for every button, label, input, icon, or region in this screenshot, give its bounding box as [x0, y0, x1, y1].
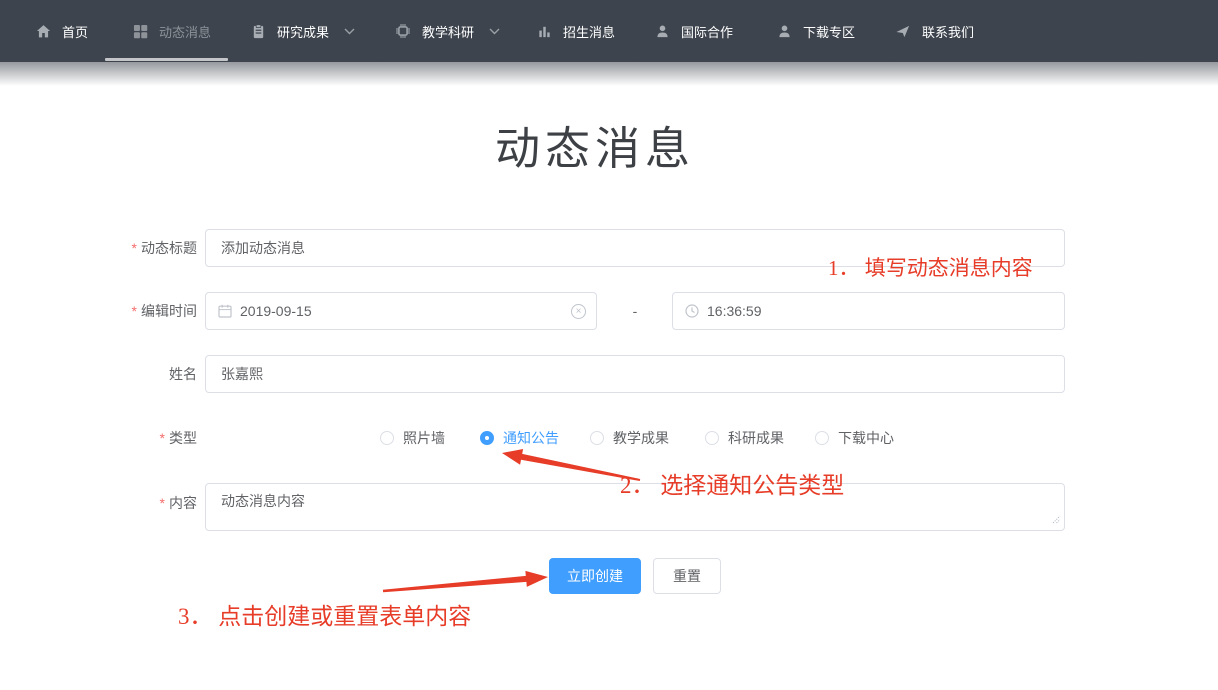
- radio-research-results[interactable]: 科研成果: [705, 420, 784, 456]
- nav-item-home[interactable]: 首页: [36, 0, 88, 62]
- radio-circle-selected: [480, 431, 494, 445]
- name-input[interactable]: 张嘉熙: [205, 355, 1065, 393]
- nav-item-label: 教学科研: [422, 24, 475, 40]
- content-value: 动态消息内容: [221, 493, 305, 509]
- field-label-edit-time: * 编辑时间: [131, 303, 197, 319]
- nav-item-label: 联系我们: [922, 24, 975, 40]
- active-nav-underline: [105, 58, 228, 61]
- radio-circle: [815, 431, 829, 445]
- annotation-arrow-step3: [382, 570, 548, 593]
- clear-date-icon[interactable]: ×: [571, 304, 586, 319]
- date-picker-input[interactable]: 2019-09-15 ×: [205, 292, 597, 330]
- nav-item-dynamic-news[interactable]: 动态消息: [133, 0, 211, 62]
- grid-icon: [133, 24, 148, 39]
- required-asterisk: *: [131, 303, 137, 319]
- clipboard-icon: [251, 23, 266, 39]
- nav-item-label: 下载专区: [803, 24, 856, 40]
- annotation-step3: 3． 点击创建或重置表单内容: [178, 604, 472, 629]
- radio-download-center[interactable]: 下载中心: [815, 420, 894, 456]
- annotation-step2: 2． 选择通知公告类型: [620, 473, 845, 498]
- calendar-icon: [218, 304, 232, 318]
- send-icon: [895, 24, 911, 39]
- chip-icon: [395, 23, 411, 39]
- page-title: 动态消息: [494, 123, 695, 174]
- create-button[interactable]: 立即创建: [549, 558, 641, 594]
- time-picker-input[interactable]: 16:36:59: [672, 292, 1065, 330]
- nav-item-teaching-research[interactable]: 教学科研: [395, 0, 500, 62]
- reset-button[interactable]: 重置: [653, 558, 721, 594]
- radio-circle: [705, 431, 719, 445]
- nav-item-contact-us[interactable]: 联系我们: [895, 0, 974, 62]
- nav-item-research-results[interactable]: 研究成果: [251, 0, 355, 62]
- date-value: 2019-09-15: [240, 303, 312, 319]
- chevron-down-icon: [489, 28, 500, 35]
- field-label-content: * 内容: [159, 495, 197, 511]
- field-label-name: 姓名: [169, 366, 197, 382]
- radio-teaching-results[interactable]: 教学成果: [590, 420, 669, 456]
- nav-item-label: 首页: [62, 24, 89, 40]
- radio-notice-announcement[interactable]: 通知公告: [480, 420, 559, 456]
- type-radio-group: 照片墙 通知公告 教学成果 科研成果 下载中心: [0, 420, 1218, 456]
- chevron-down-icon: [344, 28, 355, 35]
- nav-item-admissions-news[interactable]: 招生消息: [537, 0, 615, 62]
- page: 首页 动态消息 研究成果 教学科研 招生消息 国际合作 下载专区 联系我们 动态…: [0, 0, 1218, 690]
- person-icon: [655, 24, 670, 39]
- navbar-shadow: [0, 62, 1218, 86]
- dynamic-title-value: 添加动态消息: [221, 240, 305, 256]
- nav-item-label: 国际合作: [681, 24, 734, 40]
- nav-item-download-zone[interactable]: 下载专区: [777, 0, 855, 62]
- annotation-step1: 1． 填写动态消息内容: [828, 256, 1033, 280]
- date-time-separator: -: [632, 303, 638, 319]
- nav-item-label: 招生消息: [563, 24, 616, 40]
- bar-chart-icon: [537, 24, 552, 39]
- home-icon: [36, 24, 51, 39]
- radio-photo-wall[interactable]: 照片墙: [380, 420, 445, 456]
- required-asterisk: *: [159, 495, 165, 511]
- required-asterisk: *: [131, 240, 137, 256]
- person-icon: [777, 24, 792, 39]
- resize-handle[interactable]: [1051, 511, 1061, 527]
- radio-circle: [590, 431, 604, 445]
- name-value: 张嘉熙: [221, 366, 263, 382]
- top-navbar: 首页 动态消息 研究成果 教学科研 招生消息 国际合作 下载专区 联系我们: [0, 0, 1218, 62]
- clock-icon: [685, 304, 699, 318]
- time-value: 16:36:59: [707, 303, 762, 319]
- nav-item-label: 动态消息: [159, 24, 212, 40]
- field-label-dynamic-title: * 动态标题: [131, 240, 197, 256]
- nav-item-label: 研究成果: [277, 24, 330, 40]
- radio-circle: [380, 431, 394, 445]
- nav-item-international-cooperation[interactable]: 国际合作: [655, 0, 733, 62]
